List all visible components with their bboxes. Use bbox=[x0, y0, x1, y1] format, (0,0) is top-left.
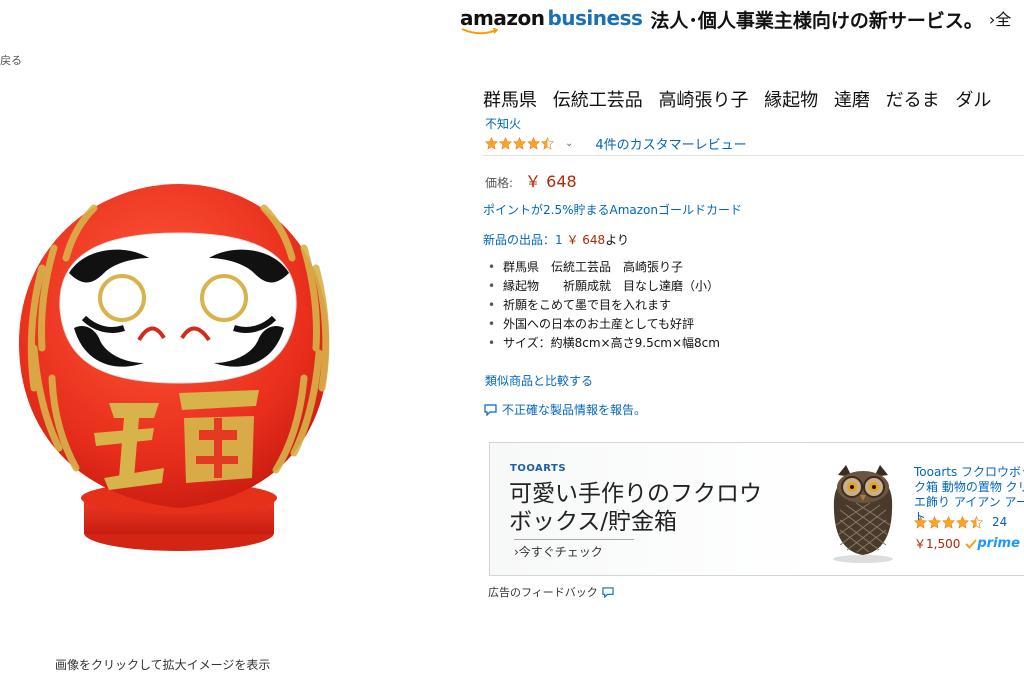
owl-box-image[interactable] bbox=[824, 455, 902, 565]
ad-feedback-label: 広告のフィードバック bbox=[488, 586, 598, 599]
star-icon bbox=[513, 137, 526, 150]
prime-label: prime bbox=[977, 536, 1020, 551]
compare-similar-link[interactable]: 類似商品と比較する bbox=[485, 372, 593, 389]
price-row: 価格: ￥ 648 bbox=[485, 168, 577, 192]
price-label: 価格: bbox=[485, 176, 514, 190]
ad-brand: TOOARTS bbox=[510, 463, 567, 474]
ad-price-row: ￥1,500 prime bbox=[914, 535, 1020, 552]
daruma-image bbox=[19, 184, 330, 551]
new-offer-suffix: より bbox=[605, 233, 629, 247]
feature-bullets: • 群馬県 伝統工芸品 高崎張り子 • 縁起物 祈願成就 目なし達磨（小） • 祈願を… bbox=[488, 258, 720, 353]
back-link[interactable]: 戻る bbox=[0, 52, 22, 68]
cta-label: ›今すぐチェック bbox=[514, 545, 603, 559]
speech-bubble-icon bbox=[602, 586, 614, 598]
half-star-icon bbox=[541, 137, 554, 150]
sponsored-ad[interactable]: TOOARTS 可愛い手作りのフクロウボックス/貯金箱 ›今すぐチェック Too… bbox=[489, 442, 1024, 576]
star-icon bbox=[956, 515, 969, 529]
prime-check-icon bbox=[965, 538, 978, 549]
star-icon bbox=[485, 137, 498, 150]
bullet-icon: • bbox=[488, 298, 496, 312]
logo-amazon: amazon bbox=[460, 6, 545, 30]
ad-rating-stars bbox=[914, 515, 984, 529]
list-item: • 祈願をこめて墨で目を入れます bbox=[488, 296, 720, 315]
list-item: • 外国への日本のお土産としても好評 bbox=[488, 315, 720, 334]
list-item: • 縁起物 祈願成就 目なし達磨（小） bbox=[488, 277, 720, 296]
report-label: 不正確な製品情報を報告。 bbox=[502, 403, 647, 417]
prime-badge: prime bbox=[965, 536, 1020, 551]
cta-divider bbox=[514, 539, 634, 540]
brand-link[interactable]: 不知火 bbox=[485, 115, 521, 132]
bullet-text: 縁起物 祈願成就 目なし達磨（小） bbox=[503, 279, 720, 293]
gold-card-points-link[interactable]: ポイントが2.5%貯まるAmazonゴールドカード bbox=[483, 201, 742, 218]
image-zoom-hint: 画像をクリックして拡大イメージを表示 bbox=[55, 658, 271, 672]
price-value: ￥ 648 bbox=[525, 172, 577, 191]
ad-rating[interactable]: 24 bbox=[914, 515, 1007, 529]
rating-stars[interactable] bbox=[485, 137, 555, 150]
list-item: • サイズ：約横8cm×高さ9.5cm×幅8cm bbox=[488, 334, 720, 353]
new-offer-price: ￥ 648 bbox=[566, 233, 606, 247]
product-title: 群馬県 伝統工芸品 高崎張り子 縁起物 達磨 だるま ダル bbox=[483, 90, 992, 111]
bullet-icon: • bbox=[488, 317, 496, 331]
customer-reviews-link[interactable]: 4件のカスタマーレビュー bbox=[595, 134, 746, 153]
star-icon bbox=[527, 137, 540, 150]
banner-tagline: 法人･個人事業主様向けの新サービス。 bbox=[650, 10, 983, 32]
banner-more-link[interactable]: ›全 bbox=[989, 6, 1011, 30]
amazon-business-banner[interactable]: amazon business 法人･個人事業主様向けの新サービス。 ›全 bbox=[460, 6, 1011, 40]
ad-review-count: 24 bbox=[992, 515, 1008, 529]
new-offer-prefix: 新品の出品：1 bbox=[483, 233, 563, 247]
product-image[interactable] bbox=[14, 178, 364, 558]
bullet-icon: • bbox=[488, 279, 496, 293]
bullet-text: 群馬県 伝統工芸品 高崎張り子 bbox=[503, 260, 684, 274]
star-icon bbox=[499, 137, 512, 150]
bullet-text: 祈願をこめて墨で目を入れます bbox=[503, 298, 672, 312]
chevron-down-icon[interactable]: ⌄ bbox=[565, 138, 573, 149]
list-item: • 群馬県 伝統工芸品 高崎張り子 bbox=[488, 258, 720, 277]
half-star-icon bbox=[970, 515, 983, 529]
bullet-text: 外国への日本のお土産としても好評 bbox=[503, 317, 695, 331]
logo-business: business bbox=[547, 6, 643, 30]
star-icon bbox=[928, 515, 941, 529]
ad-price: ￥1,500 bbox=[914, 537, 961, 551]
star-icon bbox=[942, 515, 955, 529]
bullet-icon: • bbox=[488, 336, 496, 350]
rating-row: ⌄ 4件のカスタマーレビュー bbox=[485, 134, 747, 153]
star-icon bbox=[914, 515, 927, 529]
report-incorrect-info-link[interactable]: 不正確な製品情報を報告。 bbox=[484, 401, 646, 418]
bullet-icon: • bbox=[488, 260, 496, 274]
ad-cta-link[interactable]: ›今すぐチェック bbox=[514, 539, 634, 560]
new-offers-link[interactable]: 新品の出品：1 ￥ 648より bbox=[483, 231, 629, 248]
speech-bubble-icon bbox=[484, 403, 497, 416]
ad-headline[interactable]: 可愛い手作りのフクロウボックス/貯金箱 bbox=[509, 480, 769, 536]
amazon-business-logo: amazon business bbox=[460, 6, 643, 36]
ad-feedback-link[interactable]: 広告のフィードバック bbox=[488, 584, 614, 600]
divider bbox=[483, 155, 1024, 156]
bullet-text: サイズ：約横8cm×高さ9.5cm×幅8cm bbox=[503, 336, 720, 350]
amazon-smile-icon bbox=[461, 28, 499, 35]
